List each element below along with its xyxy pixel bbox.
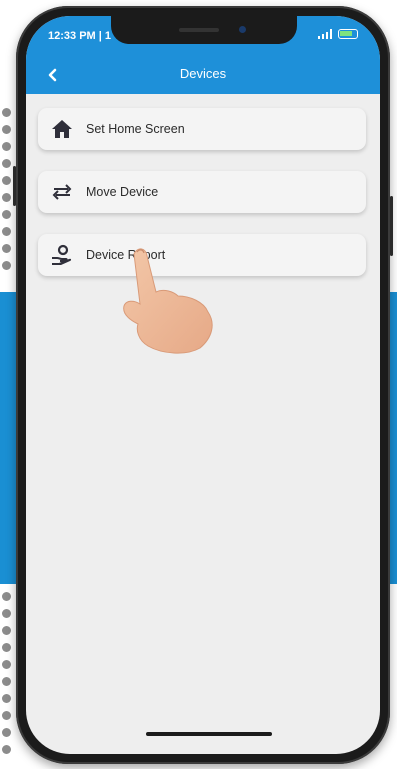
page-title: Devices	[179, 66, 227, 81]
pointing-hand-icon	[123, 248, 213, 354]
home-indicator	[146, 732, 272, 736]
set-home-screen-label: Set Home Screen	[86, 122, 185, 136]
phone-frame: 12:33 PM | 1 Devices Set Home Screen Mov…	[13, 6, 393, 764]
nav-bar: Devices	[26, 60, 380, 90]
app-bar: 12:33 PM | 1 Devices	[26, 16, 380, 94]
camera-notch	[111, 16, 297, 44]
move-device-label: Move Device	[86, 185, 159, 199]
move-device-item[interactable]: Move Device	[38, 171, 366, 213]
battery-icon	[338, 29, 358, 39]
person-hand-icon	[52, 244, 72, 265]
home-icon	[52, 120, 72, 138]
status-time: 12:33 PM | 1	[48, 30, 111, 42]
phone-screen: 12:33 PM | 1 Devices Set Home Screen Mov…	[26, 16, 380, 754]
signal-icon	[318, 29, 332, 39]
decorative-dots-bottom	[2, 592, 16, 754]
swap-arrows-icon	[52, 184, 72, 200]
status-icons	[318, 29, 358, 39]
power-button	[390, 196, 393, 256]
volume-button	[13, 166, 16, 206]
set-home-screen-item[interactable]: Set Home Screen	[38, 108, 366, 150]
